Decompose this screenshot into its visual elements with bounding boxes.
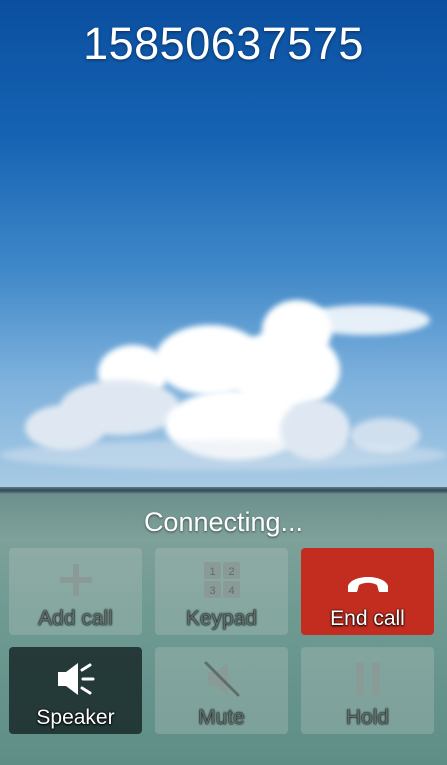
plus-icon — [9, 560, 142, 600]
keypad-icon: 1 2 3 4 — [155, 560, 288, 600]
speaker-label: Speaker — [36, 706, 115, 729]
mute-icon — [155, 659, 288, 699]
mute-label: Mute — [198, 706, 245, 729]
keypad-key: 3 — [209, 585, 215, 597]
end-call-label: End call — [330, 607, 405, 630]
keypad-key: 1 — [209, 566, 215, 578]
cloud-haze — [0, 440, 447, 470]
add-call-button[interactable]: Add call — [9, 548, 142, 635]
end-call-button[interactable]: End call — [301, 548, 434, 635]
speaker-icon — [9, 659, 142, 699]
hold-label: Hold — [345, 706, 390, 729]
pause-icon — [301, 659, 434, 699]
hang-up-icon — [301, 560, 434, 600]
mute-button[interactable]: Mute — [155, 647, 288, 734]
keypad-label: Keypad — [185, 607, 258, 630]
wallpaper-horizon — [0, 487, 447, 494]
keypad-key: 2 — [228, 566, 234, 578]
call-status: Connecting... — [143, 507, 304, 537]
keypad-key: 4 — [228, 585, 234, 597]
speaker-button[interactable]: Speaker — [9, 647, 142, 734]
hold-button[interactable]: Hold — [301, 647, 434, 734]
phone-number: 15850637575 — [83, 18, 364, 69]
add-call-label: Add call — [38, 607, 113, 630]
cloud — [300, 305, 430, 335]
keypad-button[interactable]: 1 2 3 4 Keypad — [155, 548, 288, 635]
